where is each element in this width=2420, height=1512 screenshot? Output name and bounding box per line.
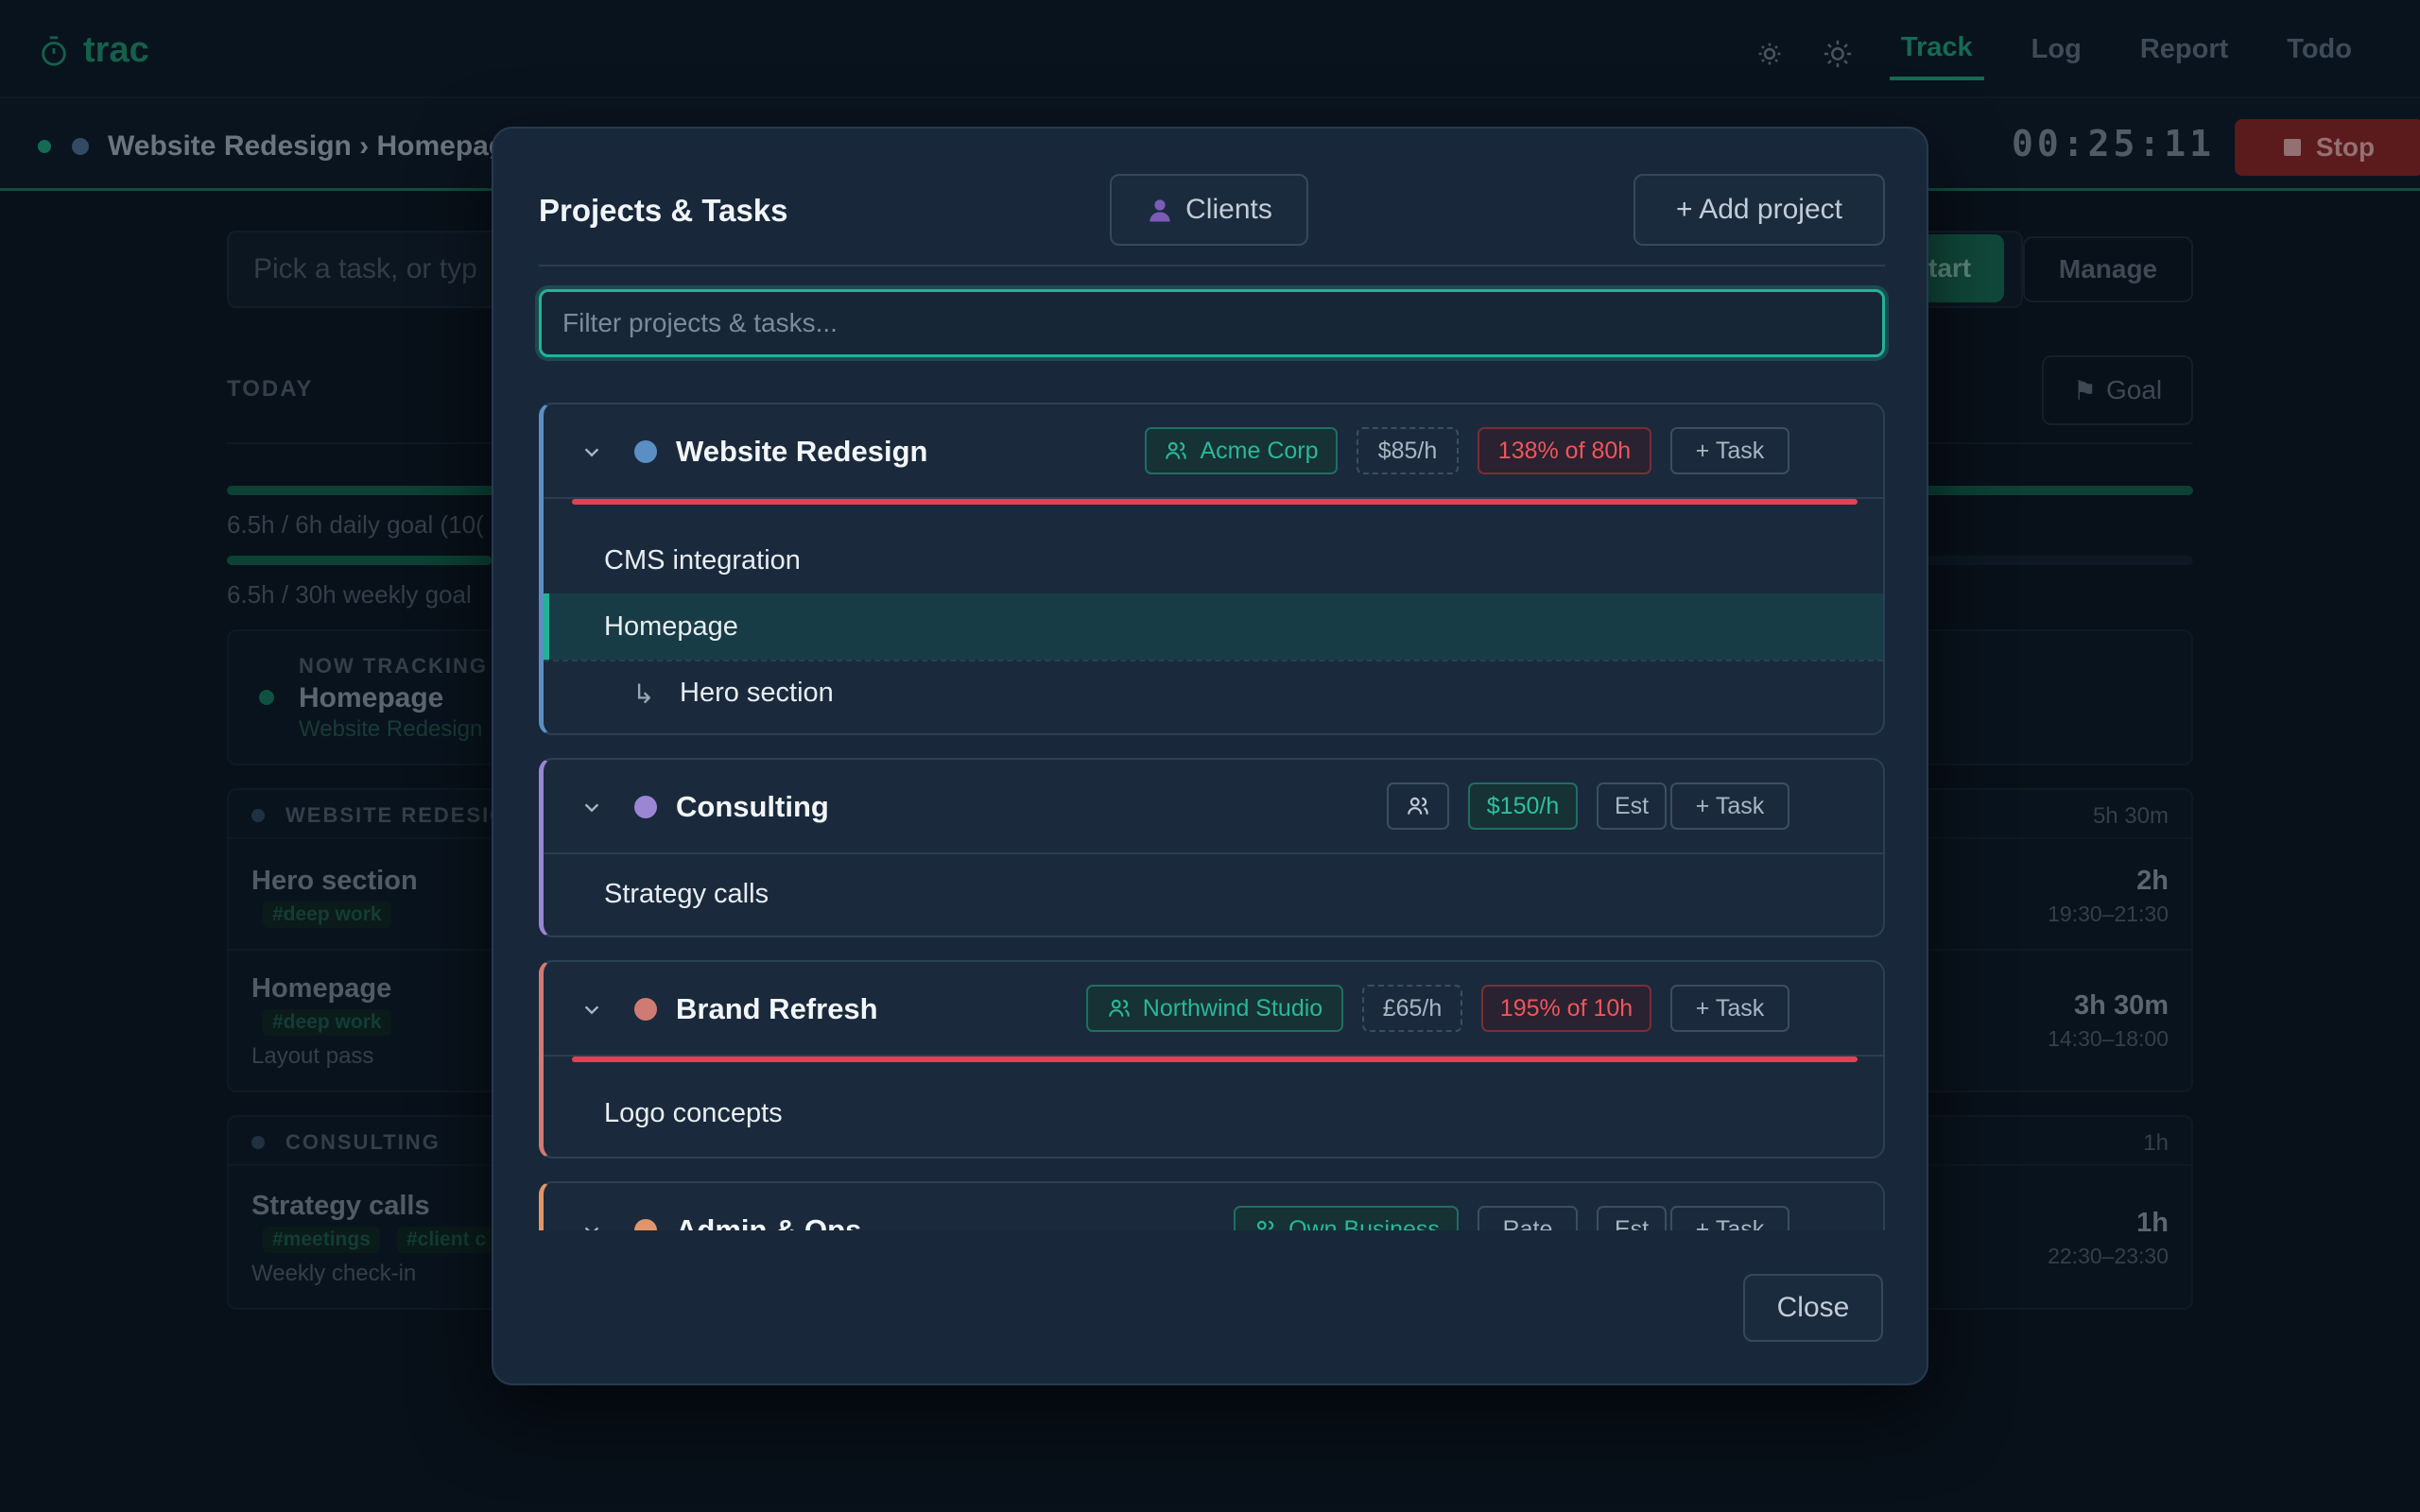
project-card-website-redesign: Website Redesign Acme Corp $85/h 138% of… [539,403,1885,735]
project-name: Website Redesign [676,435,928,468]
client-badge[interactable]: Northwind Studio [1086,985,1343,1032]
project-header[interactable]: Admin & Ops Own Business Rate Est + Task [544,1183,1883,1230]
chevron-down-icon[interactable] [581,1221,602,1230]
add-project-button[interactable]: + Add project [1634,174,1885,246]
divider [539,265,1885,266]
users-icon [1408,797,1428,815]
clients-button[interactable]: Clients [1110,174,1308,246]
rate-badge[interactable]: $85/h [1357,427,1459,474]
client-badge[interactable]: Own Business [1234,1206,1459,1230]
project-color-dot [634,1219,657,1230]
project-card-brand-refresh: Brand Refresh Northwind Studio £65/h 195… [539,960,1885,1159]
task-row-active[interactable]: Homepage [544,593,1883,660]
assign-client-button[interactable] [1387,782,1449,830]
users-icon [1108,999,1130,1017]
project-card-admin-ops: Admin & Ops Own Business Rate Est + Task [539,1181,1885,1230]
rate-badge[interactable]: £65/h [1362,985,1462,1032]
project-name: Consulting [676,790,829,823]
subtask-arrow-icon: ↳ [632,679,655,709]
estimate-button[interactable]: Est [1597,1206,1667,1230]
task-row[interactable]: Strategy calls [544,854,1883,934]
budget-badge[interactable]: 195% of 10h [1481,985,1651,1032]
user-icon [1150,199,1170,222]
project-header[interactable]: Brand Refresh Northwind Studio £65/h 195… [544,962,1883,1055]
estimate-button[interactable]: Est [1597,782,1667,830]
subtask-row[interactable]: ↳ Hero section [544,660,1883,726]
users-icon [1256,1220,1274,1230]
chevron-down-icon[interactable] [581,442,602,463]
chevron-down-icon[interactable] [581,1000,602,1021]
rate-badge[interactable]: $150/h [1468,782,1578,830]
task-row[interactable]: Logo concepts [544,1074,1883,1153]
project-header[interactable]: Website Redesign Acme Corp $85/h 138% of… [544,404,1883,497]
budget-overrun-bar [572,499,1858,505]
project-color-dot [634,998,657,1021]
project-list: Website Redesign Acme Corp $85/h 138% of… [539,403,1885,1230]
project-name: Brand Refresh [676,992,878,1025]
filter-input[interactable] [539,289,1885,357]
project-header[interactable]: Consulting $150/h Est + Task [544,760,1883,852]
project-color-dot [634,796,657,818]
project-card-consulting: Consulting $150/h Est + Task Strategy ca… [539,758,1885,937]
modal-title: Projects & Tasks [539,193,788,228]
add-task-button[interactable]: + Task [1670,782,1789,830]
client-badge[interactable]: Acme Corp [1145,427,1338,474]
budget-overrun-bar [572,1057,1858,1062]
budget-badge[interactable]: 138% of 80h [1478,427,1651,474]
close-button[interactable]: Close [1743,1274,1883,1342]
add-task-button[interactable]: + Task [1670,427,1789,474]
add-task-button[interactable]: + Task [1670,985,1789,1032]
add-task-button[interactable]: + Task [1670,1206,1789,1230]
projects-tasks-modal: Projects & Tasks Clients + Add project W… [492,127,1928,1385]
project-name: Admin & Ops [676,1213,862,1230]
chevron-down-icon[interactable] [581,798,602,818]
project-color-dot [634,440,657,463]
users-icon [1166,441,1187,459]
task-row[interactable]: CMS integration [544,527,1883,593]
rate-button[interactable]: Rate [1478,1206,1578,1230]
